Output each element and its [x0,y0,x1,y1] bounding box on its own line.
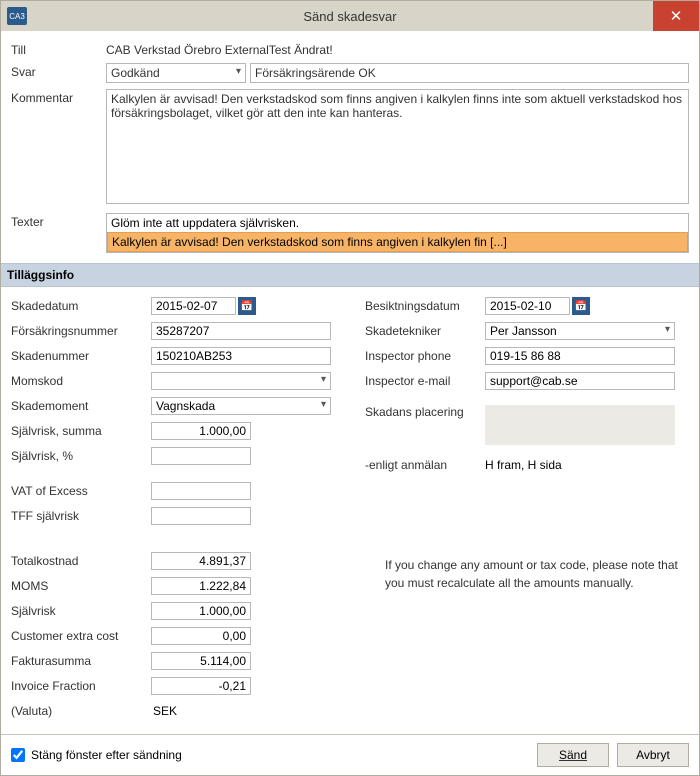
label-placering: Skadans placering [365,405,485,419]
content-area: Till CAB Verkstad Örebro ExternalTest Än… [1,31,699,734]
close-after-send-checkbox[interactable]: Stäng fönster efter sändning [11,748,182,762]
sjalvrisk-summa-input[interactable] [151,422,251,440]
tff-input[interactable] [151,507,251,525]
titlebar: CA3 Sänd skadesvar ✕ [1,1,699,31]
label-momskod: Momskod [11,374,151,388]
label-skadenummer: Skadenummer [11,349,151,363]
calendar-icon[interactable]: 📅 [238,297,256,315]
left-column: Skadedatum 📅 Försäkringsnummer Skadenumm… [11,295,335,725]
label-totalkostnad: Totalkostnad [11,554,151,568]
label-custextra: Customer extra cost [11,629,151,643]
window-title: Sänd skadesvar [1,9,699,24]
texter-item-highlighted[interactable]: Kalkylen är avvisad! Den verkstadskod so… [107,232,688,252]
skadenummer-input[interactable] [151,347,331,365]
besikt-input[interactable] [485,297,570,315]
label-moms: MOMS [11,579,151,593]
sjalvrisk-pct-input[interactable] [151,447,251,465]
invfrac-input[interactable] [151,677,251,695]
skadedatum-input[interactable] [151,297,236,315]
valuta-value: SEK [151,704,177,718]
cancel-button[interactable]: Avbryt [617,743,689,767]
momskod-select[interactable] [151,372,331,390]
close-after-send-input[interactable] [11,748,25,762]
label-skadedatum: Skadedatum [11,299,151,313]
label-tff: TFF självrisk [11,509,151,523]
value-till: CAB Verkstad Örebro ExternalTest Ändrat! [106,41,689,57]
label-sjalvrisk-summa: Självrisk, summa [11,424,151,438]
close-after-send-label: Stäng fönster efter sändning [31,748,182,762]
label-vat-excess: VAT of Excess [11,484,151,498]
label-anmalan: -enligt anmälan [365,458,485,472]
skadetekniker-select[interactable]: Per Jansson [485,322,675,340]
texter-item[interactable]: Glöm inte att uppdatera självrisken. [107,214,688,232]
custextra-input[interactable] [151,627,251,645]
label-sjalvrisk-pct: Självrisk, % [11,449,151,463]
recalc-note: If you change any amount or tax code, pl… [365,556,689,592]
label-skadetekniker: Skadetekniker [365,324,485,338]
footer-bar: Stäng fönster efter sändning Sänd Avbryt [1,734,699,775]
totalkostnad-input[interactable] [151,552,251,570]
calendar-icon[interactable]: 📅 [572,297,590,315]
phone-input[interactable] [485,347,675,365]
label-till: Till [11,41,106,57]
kommentar-textarea[interactable]: Kalkylen är avvisad! Den verkstadskod so… [106,89,689,204]
anmalan-value: H fram, H sida [485,458,675,472]
placering-box [485,405,675,445]
label-fakturasumma: Fakturasumma [11,654,151,668]
label-valuta: (Valuta) [11,704,151,718]
dialog-window: CA3 Sänd skadesvar ✕ Till CAB Verkstad Ö… [0,0,700,776]
moms-input[interactable] [151,577,251,595]
label-phone: Inspector phone [365,349,485,363]
forsnr-input[interactable] [151,322,331,340]
texter-list[interactable]: Glöm inte att uppdatera självrisken. Kal… [106,213,689,253]
label-sjalvrisk: Självrisk [11,604,151,618]
close-button[interactable]: ✕ [653,1,699,31]
svar-subject-input[interactable] [250,63,689,83]
section-tillaggsinfo: Tilläggsinfo [1,263,699,287]
send-button[interactable]: Sänd [537,743,609,767]
label-skademoment: Skademoment [11,399,151,413]
right-column: Besiktningsdatum 📅 Skadetekniker Per Jan… [365,295,689,725]
svar-select[interactable]: Godkänd [106,63,246,83]
sjalvrisk-input[interactable] [151,602,251,620]
email-input[interactable] [485,372,675,390]
label-forsnr: Försäkringsnummer [11,324,151,338]
label-besikt: Besiktningsdatum [365,299,485,313]
skademoment-select[interactable]: Vagnskada [151,397,331,415]
label-svar: Svar [11,63,106,79]
vat-excess-input[interactable] [151,482,251,500]
label-texter: Texter [11,213,106,229]
fakturasumma-input[interactable] [151,652,251,670]
label-invfrac: Invoice Fraction [11,679,151,693]
label-email: Inspector e-mail [365,374,485,388]
label-kommentar: Kommentar [11,89,106,105]
